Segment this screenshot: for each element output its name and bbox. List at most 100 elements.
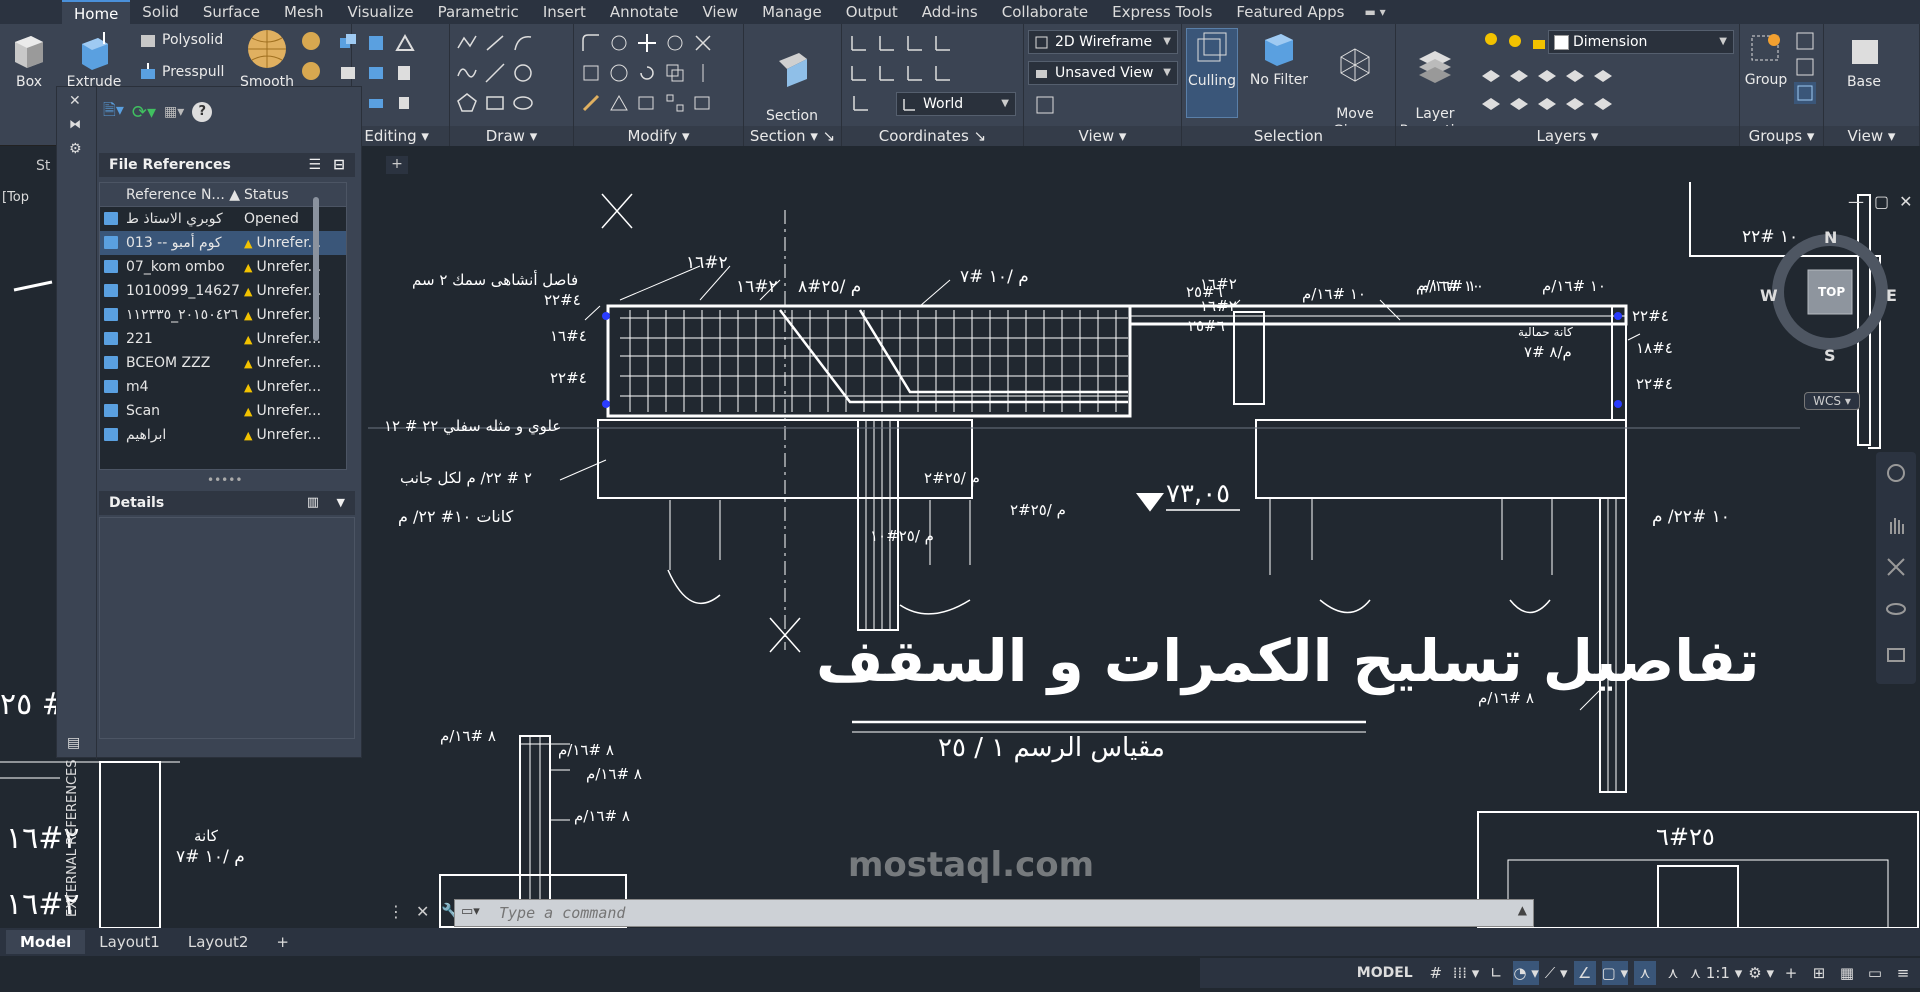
viewcube-face-top[interactable]: TOP bbox=[1818, 285, 1845, 299]
layer-combo[interactable]: Dimension ▼ bbox=[1548, 30, 1734, 54]
annotation-visibility-icon[interactable]: ⋏ bbox=[1634, 961, 1657, 985]
ucs-icon[interactable] bbox=[848, 32, 870, 54]
smooth-object-button[interactable]: Smooth bbox=[240, 28, 294, 91]
tab-mesh[interactable]: Mesh bbox=[272, 0, 336, 24]
slice-icon[interactable] bbox=[394, 32, 416, 54]
xref-row[interactable]: ابراهيم ▲ Unrefer... bbox=[100, 423, 346, 447]
polar-tracking-icon[interactable]: ◔ ▾ bbox=[1513, 961, 1539, 985]
polysolid-button[interactable]: Polysolid bbox=[134, 32, 234, 49]
grid-icon[interactable]: # bbox=[1425, 961, 1447, 985]
layers-panel-title[interactable]: Layers ▾ bbox=[1396, 126, 1739, 146]
tab-collaborate[interactable]: Collaborate bbox=[990, 0, 1100, 24]
layer-isolate-icon[interactable] bbox=[1508, 64, 1530, 86]
tab-home[interactable]: Home bbox=[62, 0, 131, 24]
snap-icon[interactable]: ⁞⁞⁞ ▾ bbox=[1453, 961, 1480, 985]
shell-icon[interactable] bbox=[394, 62, 416, 84]
new-layout-button[interactable]: + bbox=[262, 930, 303, 954]
splitter-grip[interactable]: ••••• bbox=[207, 473, 242, 487]
xref-row[interactable]: BCEOM ZZZ ▲ Unrefer... bbox=[100, 351, 346, 375]
xref-row[interactable]: m4 ▲ Unrefer... bbox=[100, 375, 346, 399]
ucs-world-combo[interactable]: World ▼ bbox=[896, 92, 1016, 116]
help-icon[interactable]: ? bbox=[192, 102, 213, 122]
ribbon-minimize-toggle[interactable]: ▬ ▾ bbox=[1365, 5, 1386, 19]
object-snap-tracking-icon[interactable]: ∠ bbox=[1573, 961, 1596, 985]
box-button[interactable]: Box bbox=[6, 30, 52, 91]
layer-off-icon[interactable] bbox=[1480, 64, 1502, 86]
tab-surface[interactable]: Surface bbox=[191, 0, 272, 24]
quick-properties-icon[interactable]: ▦ bbox=[1836, 961, 1858, 985]
xref-row[interactable]: كوبري الاستاذ ط Opened bbox=[100, 207, 346, 231]
circle-icon[interactable] bbox=[512, 62, 534, 84]
polygon-icon[interactable] bbox=[456, 92, 478, 114]
mirror-icon[interactable] bbox=[692, 62, 714, 84]
xref-row[interactable]: ٢٠١٥٠٤٢٦_١١٢٣٣٥ ▲ Unrefer... bbox=[100, 303, 346, 327]
xref-row[interactable]: 013 -- كوم أمبو ▲ Unrefer... bbox=[100, 231, 346, 255]
construction-line-icon[interactable] bbox=[484, 62, 506, 84]
subtract-icon[interactable] bbox=[366, 32, 388, 54]
group-edit-icon[interactable] bbox=[1794, 56, 1816, 78]
xref-row[interactable]: 221 ▲ Unrefer... bbox=[100, 327, 346, 351]
draw-panel-title[interactable]: Draw ▾ bbox=[450, 126, 573, 146]
offset-edge-icon[interactable] bbox=[366, 92, 388, 114]
command-grip-icon[interactable]: ⋮ bbox=[388, 902, 404, 921]
ucs-view-icon[interactable] bbox=[876, 62, 898, 84]
polyline-icon[interactable] bbox=[456, 32, 478, 54]
workspace-gear-icon[interactable]: ⚙ ▾ bbox=[1748, 961, 1774, 985]
ortho-icon[interactable]: ∟ bbox=[1485, 961, 1507, 985]
layer-unlock-icon[interactable] bbox=[1564, 92, 1586, 114]
tab-add-ins[interactable]: Add-ins bbox=[910, 0, 990, 24]
tab-insert[interactable]: Insert bbox=[531, 0, 598, 24]
annotation-scale-icon[interactable]: ⋏ 1:1 ▾ bbox=[1690, 961, 1742, 985]
new-drawing-tab-button[interactable]: + bbox=[386, 156, 408, 174]
xref-row[interactable]: 1010099_14627...▲Unrefer... bbox=[100, 279, 346, 303]
base-button[interactable]: Base bbox=[1836, 30, 1892, 91]
extrude-button[interactable]: Extrude bbox=[66, 30, 122, 91]
group-select-icon[interactable] bbox=[1794, 82, 1816, 104]
ucs-object-icon[interactable] bbox=[904, 62, 926, 84]
move-gizmo-button[interactable]: Move Gizmo bbox=[1320, 28, 1390, 140]
command-history-toggle-icon[interactable]: ▲ bbox=[1518, 903, 1527, 917]
compass-n[interactable]: N bbox=[1824, 228, 1837, 247]
extract-edges-icon[interactable] bbox=[366, 62, 388, 84]
viewport-controls-label[interactable]: [Top bbox=[2, 190, 29, 205]
xref-row[interactable]: 07_kom ombo ▲ Unrefer... bbox=[100, 255, 346, 279]
details-view-icon[interactable]: ▥ bbox=[307, 491, 319, 515]
ucs-3point-icon[interactable] bbox=[848, 62, 870, 84]
ucs-face-icon[interactable] bbox=[932, 62, 954, 84]
no-filter-button[interactable]: No Filter bbox=[1244, 28, 1314, 89]
globe-icon[interactable] bbox=[300, 60, 322, 82]
tab-parametric[interactable]: Parametric bbox=[426, 0, 531, 24]
stretch-icon[interactable] bbox=[636, 92, 658, 114]
layer-previous-icon[interactable] bbox=[1592, 92, 1614, 114]
compass-e[interactable]: E bbox=[1886, 286, 1897, 305]
presspull-button[interactable]: Presspull bbox=[134, 63, 234, 81]
tab-featured-apps[interactable]: Featured Apps bbox=[1224, 0, 1356, 24]
pan-hand-icon[interactable] bbox=[1885, 514, 1907, 536]
rotate-icon[interactable] bbox=[636, 62, 658, 84]
group-button[interactable]: Group bbox=[1742, 28, 1790, 89]
layer-lock-icon[interactable] bbox=[1564, 64, 1586, 86]
ucs-origin-icon[interactable] bbox=[904, 32, 926, 54]
3d-mirror-icon[interactable] bbox=[608, 92, 630, 114]
orbit-icon[interactable] bbox=[1885, 598, 1907, 620]
details-dropdown-icon[interactable]: ▼ bbox=[337, 491, 345, 515]
list-scrollbar[interactable] bbox=[313, 197, 319, 341]
visual-style-combo[interactable]: 2D Wireframe ▼ bbox=[1028, 30, 1178, 54]
tab-view[interactable]: View bbox=[690, 0, 750, 24]
globe-icon[interactable] bbox=[300, 30, 322, 52]
annotation-monitor-icon[interactable]: + bbox=[1780, 961, 1802, 985]
selection-panel-title[interactable]: Selection bbox=[1182, 126, 1395, 146]
edit-pencil-icon[interactable] bbox=[580, 92, 602, 114]
showmotion-icon[interactable] bbox=[1885, 644, 1907, 666]
close-icon[interactable]: ✕ bbox=[1899, 192, 1912, 211]
ucs-z-icon[interactable] bbox=[932, 32, 954, 54]
ellipse-icon[interactable] bbox=[512, 92, 534, 114]
tree-view-icon[interactable]: ⊟ bbox=[333, 153, 345, 177]
model-space-toggle[interactable]: MODEL bbox=[1351, 961, 1419, 985]
layer-thaw-icon[interactable] bbox=[1536, 92, 1558, 114]
layer-properties-button[interactable]: Layer Properties bbox=[1398, 28, 1472, 140]
tab-layout1[interactable]: Layout1 bbox=[85, 930, 174, 954]
command-input[interactable] bbox=[499, 903, 1479, 923]
ucs-named-icon[interactable] bbox=[850, 92, 872, 114]
tab-solid[interactable]: Solid bbox=[130, 0, 191, 24]
